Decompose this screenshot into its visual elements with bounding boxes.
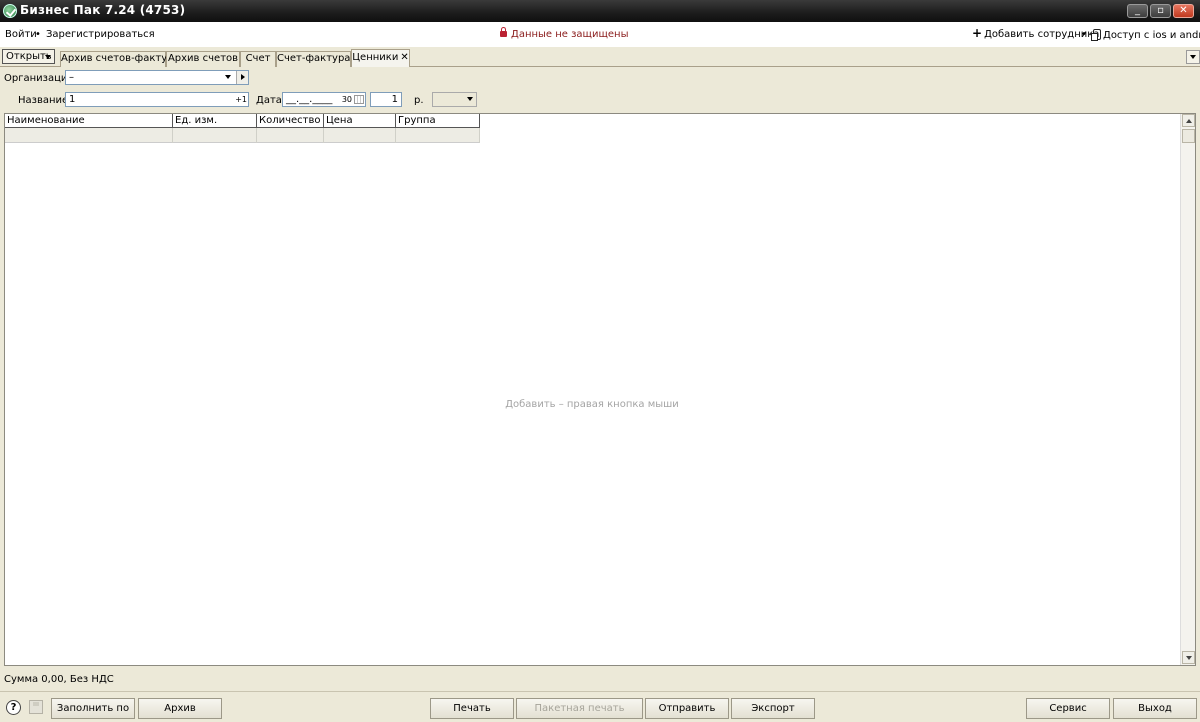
column-header-name[interactable]: Наименование [5, 114, 173, 128]
chevron-down-icon [467, 97, 473, 101]
items-table[interactable]: Наименование Ед. изм. Количество Цена Гр… [4, 113, 1196, 666]
close-button[interactable]: ✕ [1173, 4, 1194, 18]
table-cell[interactable] [5, 128, 173, 143]
quantity-input[interactable]: 1 [370, 92, 402, 107]
name-value: 1 [69, 94, 76, 105]
archive-button[interactable]: Архив [138, 698, 222, 719]
tab-bill-archive[interactable]: Архив счетов [166, 51, 240, 67]
title-bar: Бизнес Пак 7.24 (4753) _ ▫ ✕ [0, 0, 1200, 22]
organization-value: – [69, 72, 74, 83]
lock-icon [500, 27, 507, 37]
vertical-scrollbar[interactable] [1180, 114, 1195, 665]
tab-invoice[interactable]: Счет-фактура [276, 51, 351, 67]
send-button[interactable]: Отправить [645, 698, 729, 719]
tab-price-tags[interactable]: Ценники ✕ [351, 49, 410, 67]
date-value: __.__.____ [286, 94, 333, 105]
login-link[interactable]: Войти [5, 29, 37, 40]
organization-label: Организация [4, 73, 74, 84]
fill-from-button[interactable]: Заполнить по [51, 698, 135, 719]
top-menu-bar: Войти • Зарегистрироваться Данные не защ… [0, 22, 1200, 47]
increment-button[interactable]: +1 [235, 93, 247, 106]
tab-list-dropdown[interactable] [1186, 50, 1200, 64]
minimize-button[interactable]: _ [1127, 4, 1148, 18]
table-cell[interactable] [173, 128, 257, 143]
exit-button[interactable]: Выход [1113, 698, 1197, 719]
mobile-access-link[interactable]: Доступ с ios и android [1091, 29, 1200, 41]
open-dropdown-button[interactable]: Открыть [2, 49, 55, 64]
register-link[interactable]: Зарегистрироваться [46, 29, 155, 40]
table-cell[interactable] [257, 128, 324, 143]
save-icon[interactable] [29, 700, 43, 714]
column-header-quantity[interactable]: Количество [257, 114, 324, 128]
date-label: Дата [256, 95, 282, 106]
name-input[interactable]: 1 +1 [65, 92, 249, 107]
chevron-down-icon [225, 75, 231, 79]
column-header-unit[interactable]: Ед. изм. [173, 114, 257, 128]
tab-invoice-archive[interactable]: Архив счетов-фактур [60, 51, 174, 67]
table-header: Наименование Ед. изм. Количество Цена Гр… [5, 114, 480, 128]
scroll-thumb[interactable] [1182, 129, 1195, 143]
column-header-price[interactable]: Цена [324, 114, 396, 128]
service-button[interactable]: Сервис [1026, 698, 1110, 719]
phone-icon [1091, 29, 1101, 41]
tab-strip: Открыть Архив счетов-фактур Архив счетов… [0, 47, 1200, 67]
batch-print-button[interactable]: Пакетная печать [516, 698, 643, 719]
tab-price-tags-label: Ценники [352, 52, 399, 63]
total-summary: Сумма 0,00, Без НДС [4, 674, 114, 685]
table-cell[interactable] [324, 128, 396, 143]
security-warning[interactable]: Данные не защищены [500, 27, 629, 40]
table-cell[interactable] [396, 128, 480, 143]
bottom-toolbar: ? Заполнить по Архив Печать Пакетная печ… [0, 691, 1200, 722]
caret-down-icon [45, 55, 51, 59]
scroll-up-button[interactable] [1182, 114, 1195, 127]
app-logo-icon [3, 4, 17, 18]
calendar-icon[interactable] [354, 95, 364, 104]
scroll-down-button[interactable] [1182, 651, 1195, 664]
currency-label: р. [414, 95, 424, 106]
calendar-day: 30 [341, 95, 352, 104]
menu-separator-2: • [1081, 29, 1087, 40]
tab-bill[interactable]: Счет [240, 51, 276, 67]
menu-separator: • [35, 29, 41, 40]
organization-select[interactable]: – [65, 70, 249, 85]
currency-select[interactable] [432, 92, 477, 107]
security-warning-text: Данные не защищены [511, 29, 629, 40]
table-row[interactable] [5, 128, 480, 143]
date-input[interactable]: __.__.____ 30 [282, 92, 366, 107]
organization-open-button[interactable] [236, 71, 248, 84]
export-button[interactable]: Экспорт [731, 698, 815, 719]
plus-icon: + [972, 26, 983, 40]
name-label: Название [18, 95, 69, 106]
restore-button[interactable]: ▫ [1150, 4, 1171, 18]
mobile-access-text: Доступ с ios и android [1103, 30, 1200, 41]
empty-table-hint: Добавить – правая кнопка мыши [505, 399, 679, 410]
close-tab-icon[interactable]: ✕ [400, 52, 408, 63]
help-icon[interactable]: ? [6, 700, 21, 715]
print-button[interactable]: Печать [430, 698, 514, 719]
column-header-group[interactable]: Группа [396, 114, 480, 128]
window-title: Бизнес Пак 7.24 (4753) [20, 3, 186, 17]
